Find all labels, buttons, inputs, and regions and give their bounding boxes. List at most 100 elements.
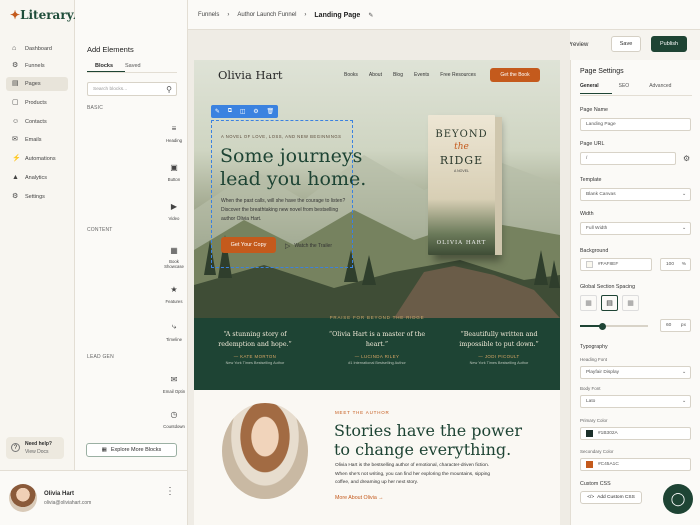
tab-seo[interactable]: SEO [619, 83, 630, 89]
author-photo[interactable] [222, 403, 308, 499]
template-select[interactable]: Blank Canvas ⌄ [580, 188, 691, 201]
page-url-value: / [586, 156, 588, 161]
hero-section[interactable]: Olivia Hart Books About Blog Events Free… [194, 60, 560, 318]
color-swatch[interactable] [586, 261, 593, 268]
sidebar-item-dashboard[interactable]: ⌂ Dashboard [6, 42, 68, 56]
block-toolbar: ✎ ⧉ ◫ ⚙ 🗑 [211, 105, 278, 118]
duplicate-icon[interactable]: ◫ [240, 108, 246, 115]
settings-icon: ⚙ [12, 193, 19, 200]
menu-events[interactable]: Events [414, 72, 429, 78]
crumb-funnel[interactable]: Author Launch Funnel [237, 12, 296, 19]
spacing-slider[interactable] [580, 322, 648, 330]
opacity-input[interactable]: 100% [660, 258, 691, 271]
template-value: Blank Canvas [586, 192, 616, 197]
hero-headline[interactable]: Some journeys lead you home. [220, 145, 366, 191]
sidebar-item-label: Automations [25, 156, 56, 162]
praise-section[interactable]: PRAISE FOR BEYOND THE RIDGE “A stunning … [194, 315, 560, 390]
background-input[interactable]: #FAF8EF [580, 258, 652, 271]
chat-bubble-button[interactable]: ◯ [663, 484, 693, 514]
custom-css-label: Custom CSS [580, 481, 611, 487]
block-countdown[interactable]: ◷ Countdown [161, 406, 187, 432]
block-icon: ▣ [170, 162, 178, 172]
testimonial-2: “Olivia Hart is a master of the heart.” —… [326, 330, 428, 365]
page-url-input[interactable]: / [580, 152, 676, 165]
more-about-link[interactable]: More About Olivia → [335, 495, 384, 501]
block-book-showcase[interactable]: ▦ Book Showcase [161, 243, 187, 270]
secondary-swatch[interactable] [586, 461, 593, 468]
chevron-down-icon: ⌄ [681, 370, 686, 375]
secondary-color-input[interactable]: #C45A1C [580, 458, 691, 471]
tab-saved[interactable]: Saved [125, 63, 141, 69]
page-name-input[interactable]: Landing Page [580, 118, 691, 131]
sidebar-item-products[interactable]: ▢ Products [6, 96, 68, 110]
delete-icon[interactable]: 🗑 [266, 108, 274, 115]
block-heading[interactable]: ≡ Heading [161, 120, 187, 146]
add-css-button[interactable]: </> Add Custom CSS [580, 491, 642, 504]
crumb-funnels[interactable]: Funnels [198, 12, 219, 19]
watch-trailer-link[interactable]: ▷ Watch the Trailer [285, 242, 332, 250]
slider-handle[interactable] [599, 322, 606, 330]
more-options-icon[interactable]: ⋮ [165, 487, 175, 497]
author-headline[interactable]: Stories have the power to change everythi… [334, 421, 522, 459]
sidebar-item-contacts[interactable]: ☺ Contacts [6, 115, 68, 129]
explore-blocks-button[interactable]: ▦ Explore More Blocks [86, 443, 177, 457]
site-menu: Books About Blog Events Free Resources [344, 72, 476, 78]
block-label: Features [165, 299, 183, 304]
breadcrumb: Funnels › Author Launch Funnel › Landing P… [198, 12, 373, 19]
edit-icon[interactable]: ✎ [368, 12, 373, 19]
site-name[interactable]: Olivia Hart [218, 68, 282, 82]
spacing-input[interactable]: 60 px [660, 319, 691, 332]
search-input[interactable]: Search blocks... ⚲ [87, 82, 177, 96]
tab-general[interactable]: General [580, 83, 599, 89]
block-video[interactable]: ▶ Video [161, 198, 187, 224]
sidebar-item-settings[interactable]: ⚙ Settings [6, 190, 68, 204]
view-docs-link[interactable]: View Docs [25, 449, 49, 455]
page-preview: Olivia Hart Books About Blog Events Free… [194, 60, 560, 525]
save-button[interactable]: Save [611, 36, 641, 52]
menu-about[interactable]: About [369, 72, 382, 78]
body-font-select[interactable]: Lato ⌄ [580, 395, 691, 408]
heading-font-select[interactable]: Playfair Display ⌄ [580, 366, 691, 379]
sidebar-item-funnels[interactable]: ⚙ Funnels [6, 59, 68, 73]
avatar[interactable] [9, 484, 37, 512]
block-timeline[interactable]: ⤷ Timeline [161, 319, 187, 345]
block-button[interactable]: ▣ Button [161, 159, 187, 185]
block-features[interactable]: ★ Features [161, 281, 187, 307]
block-email-optin[interactable]: ✉ Email Optin [161, 371, 187, 397]
section-basic: BASIC [87, 105, 104, 111]
settings-tabs: General SEO Advanced [580, 83, 671, 89]
primary-color-input[interactable]: #1B302A [580, 427, 691, 440]
primary-color-label: Primary Color [580, 418, 608, 423]
book-cover[interactable]: BEYOND the RIDGE A NOVEL OLIVIA HART [428, 115, 502, 255]
typography-label: Typography [580, 344, 608, 350]
get-book-button[interactable]: Get the Book [490, 68, 540, 82]
sidebar-item-analytics[interactable]: ▲ Analytics [6, 171, 68, 185]
preview-label: Preview [566, 41, 589, 48]
block-label: Email Optin [162, 389, 186, 394]
copy-icon[interactable]: ⧉ [228, 108, 232, 115]
width-select[interactable]: Full Width ⌄ [580, 222, 691, 235]
edit-icon[interactable]: ✎ [215, 108, 220, 115]
publish-button[interactable]: Publish [651, 36, 687, 52]
sidebar-item-emails[interactable]: ✉ Emails [6, 133, 68, 147]
get-copy-button[interactable]: Get Your Copy [221, 237, 276, 253]
tab-blocks[interactable]: Blocks [95, 63, 113, 69]
primary-swatch[interactable] [586, 430, 593, 437]
help-card[interactable]: ? Need help? View Docs [6, 437, 64, 459]
spacing-medium-icon[interactable]: ▤ [601, 295, 618, 311]
sidebar-item-pages[interactable]: ▤ Pages [6, 77, 68, 91]
crumb-page: Landing Page [314, 12, 361, 19]
help-title: Need help? [25, 441, 52, 447]
tab-advanced[interactable]: Advanced [649, 83, 671, 89]
quote-role: New York Times Bestselling Author [469, 361, 529, 365]
spacing-small-icon[interactable]: ▦ [580, 295, 597, 311]
primary-value: #1B302A [598, 431, 618, 436]
spacing-large-icon[interactable]: ▦ [622, 295, 639, 311]
menu-free-resources[interactable]: Free Resources [440, 72, 476, 78]
menu-blog[interactable]: Blog [393, 72, 403, 78]
opacity-value: 100 [666, 262, 675, 267]
sidebar-item-automations[interactable]: ⚡ Automations [6, 152, 68, 166]
gear-icon[interactable]: ⚙ [683, 154, 690, 163]
settings-icon[interactable]: ⚙ [253, 108, 258, 115]
menu-books[interactable]: Books [344, 72, 358, 78]
